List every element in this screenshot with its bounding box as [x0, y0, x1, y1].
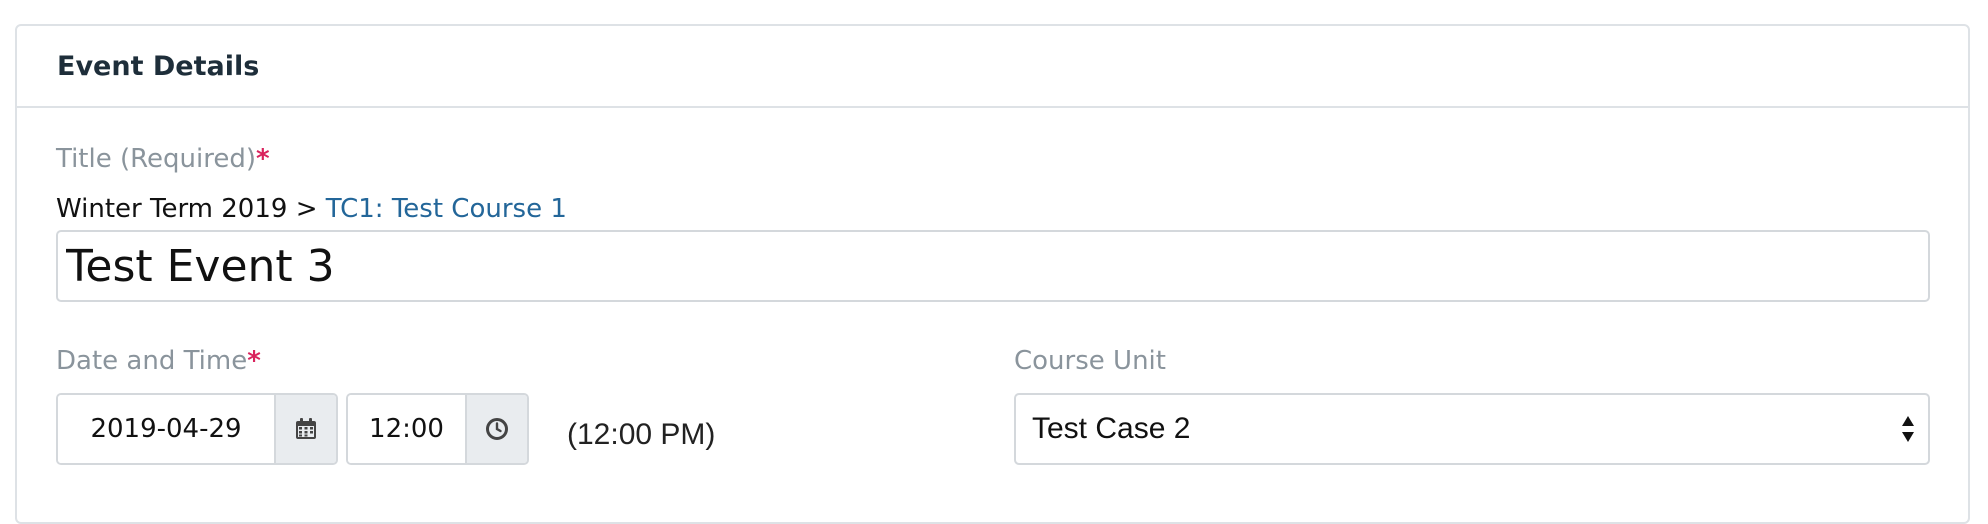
- calendar-icon: [296, 418, 316, 439]
- select-arrows-icon: [1888, 414, 1928, 444]
- panel-title: Event Details: [57, 50, 260, 82]
- date-input-group: 2019-04-29: [56, 393, 338, 465]
- course-unit-label: Course Unit: [1014, 346, 1166, 376]
- title-input[interactable]: [56, 230, 1930, 302]
- time-picker-button[interactable]: [465, 395, 527, 463]
- date-time-required-mark: *: [247, 346, 261, 376]
- title-label-text: Title (Required): [56, 144, 256, 174]
- breadcrumb-course-link[interactable]: TC1: Test Course 1: [326, 194, 567, 224]
- time-readout: (12:00 PM): [567, 418, 716, 451]
- breadcrumb-term: Winter Term 2019 >: [56, 194, 326, 224]
- panel-header: Event Details: [17, 26, 1968, 108]
- date-time-label: Date and Time*: [56, 346, 261, 376]
- clock-icon: [486, 418, 508, 440]
- title-label: Title (Required)*: [56, 144, 270, 174]
- title-required-mark: *: [256, 144, 270, 174]
- breadcrumb: Winter Term 2019 > TC1: Test Course 1: [56, 194, 567, 224]
- time-input[interactable]: 12:00: [348, 395, 465, 463]
- date-picker-button[interactable]: [274, 395, 336, 463]
- date-input[interactable]: 2019-04-29: [58, 395, 274, 463]
- date-time-label-text: Date and Time: [56, 346, 248, 376]
- course-unit-select[interactable]: Test Case 2: [1014, 393, 1930, 465]
- course-unit-selected: Test Case 2: [1032, 412, 1191, 445]
- time-input-group: 12:00: [346, 393, 529, 465]
